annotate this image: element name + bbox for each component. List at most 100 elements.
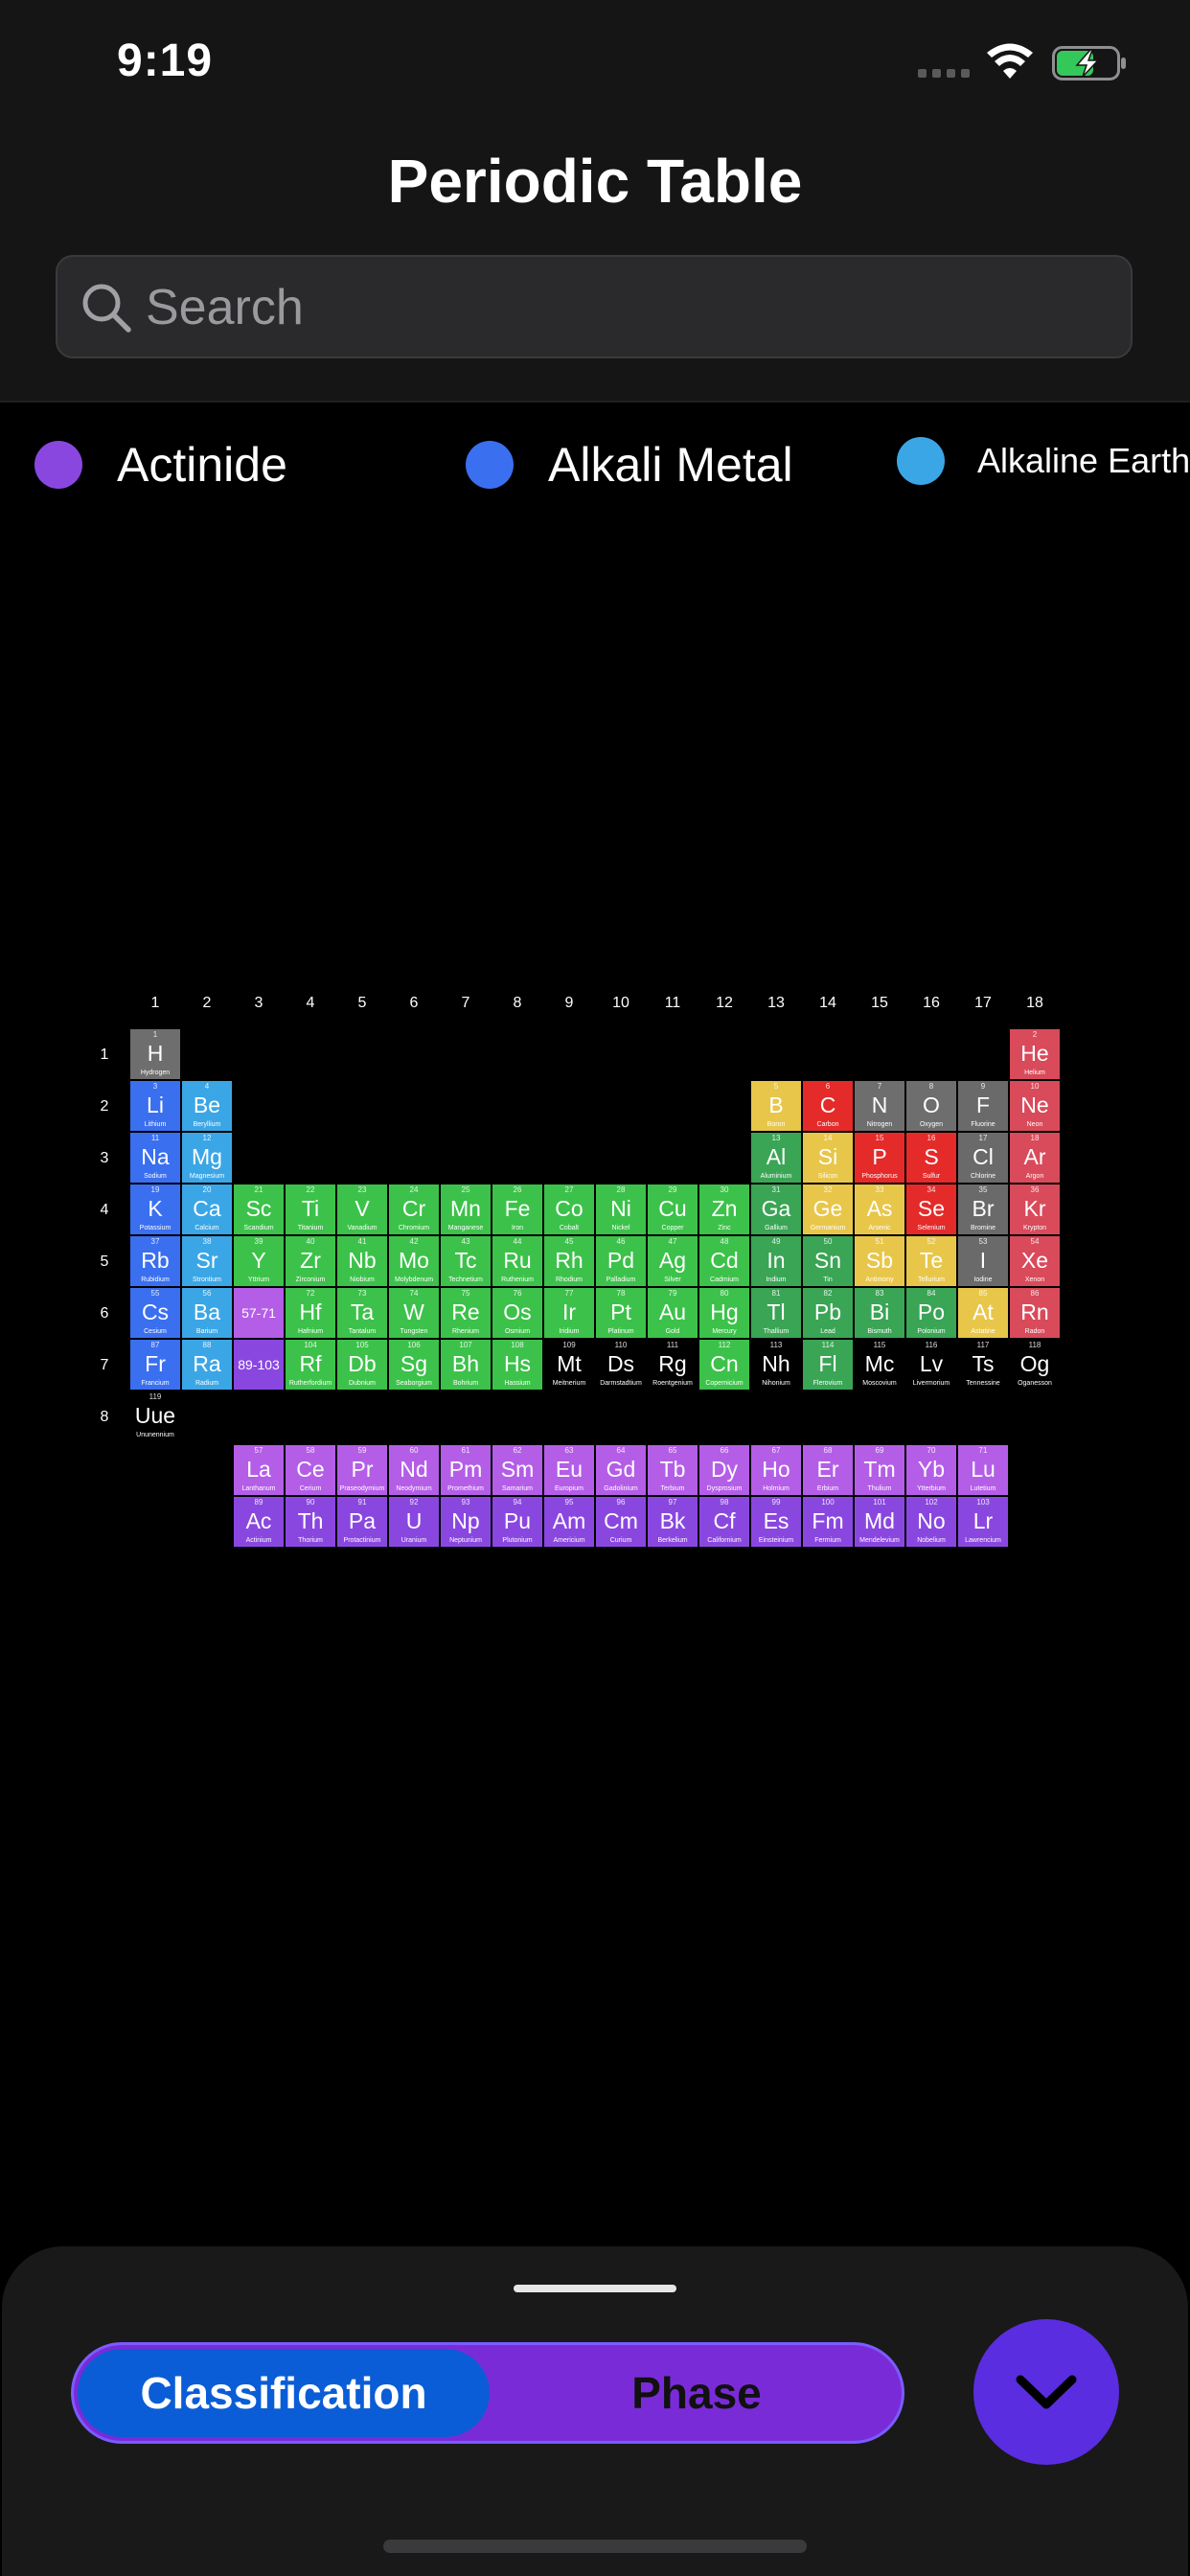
element-cell-mg[interactable]: 12 Mg Magnesium xyxy=(182,1133,232,1183)
element-cell-cd[interactable]: 48 Cd Cadmium xyxy=(699,1236,749,1286)
element-cell-mc[interactable]: 115 Mc Moscovium xyxy=(855,1340,904,1390)
element-cell-eu[interactable]: 63 Eu Europium xyxy=(544,1445,594,1495)
element-cell-ru[interactable]: 44 Ru Ruthenium xyxy=(492,1236,542,1286)
element-cell-pt[interactable]: 78 Pt Platinum xyxy=(596,1288,646,1338)
legend-item-alkali-metal[interactable]: Alkali Metal xyxy=(466,437,793,493)
element-cell-pr[interactable]: 59 Pr Praseodymium xyxy=(337,1445,387,1495)
element-cell-c[interactable]: 6 C Carbon xyxy=(803,1081,853,1131)
element-cell-au[interactable]: 79 Au Gold xyxy=(648,1288,698,1338)
element-cell-k[interactable]: 19 K Potassium xyxy=(130,1184,180,1234)
element-cell-md[interactable]: 101 Md Mendelevium xyxy=(855,1497,904,1547)
element-cell-sn[interactable]: 50 Sn Tin xyxy=(803,1236,853,1286)
element-cell-lr[interactable]: 103 Lr Lawrencium xyxy=(958,1497,1008,1547)
element-cell-rh[interactable]: 45 Rh Rhodium xyxy=(544,1236,594,1286)
element-cell-er[interactable]: 68 Er Erbium xyxy=(803,1445,853,1495)
element-cell-zn[interactable]: 30 Zn Zinc xyxy=(699,1184,749,1234)
element-cell-se[interactable]: 34 Se Selenium xyxy=(906,1184,956,1234)
element-cell-la[interactable]: 57 La Lanthanum xyxy=(234,1445,284,1495)
element-cell-ts[interactable]: 117 Ts Tennessine xyxy=(958,1340,1008,1390)
element-cell-f[interactable]: 9 F Fluorine xyxy=(958,1081,1008,1131)
element-cell-tc[interactable]: 43 Tc Technetium xyxy=(441,1236,491,1286)
element-cell-ta[interactable]: 73 Ta Tantalum xyxy=(337,1288,387,1338)
element-cell-ir[interactable]: 77 Ir Iridium xyxy=(544,1288,594,1338)
element-cell-he[interactable]: 2 He Helium xyxy=(1010,1029,1060,1079)
search-bar[interactable] xyxy=(56,255,1133,358)
element-cell-i[interactable]: 53 I Iodine xyxy=(958,1236,1008,1286)
element-cell-pa[interactable]: 91 Pa Protactinium xyxy=(337,1497,387,1547)
element-cell-ni[interactable]: 28 Ni Nickel xyxy=(596,1184,646,1234)
element-cell-o[interactable]: 8 O Oxygen xyxy=(906,1081,956,1131)
element-cell-tb[interactable]: 65 Tb Terbium xyxy=(648,1445,698,1495)
element-cell-hf[interactable]: 72 Hf Hafnium xyxy=(286,1288,335,1338)
element-cell-si[interactable]: 14 Si Silicon xyxy=(803,1133,853,1183)
element-cell-bi[interactable]: 83 Bi Bismuth xyxy=(855,1288,904,1338)
element-cell-mn[interactable]: 25 Mn Manganese xyxy=(441,1184,491,1234)
element-cell-v[interactable]: 23 V Vanadium xyxy=(337,1184,387,1234)
element-cell-at[interactable]: 85 At Astatine xyxy=(958,1288,1008,1338)
element-cell-cf[interactable]: 98 Cf Californium xyxy=(699,1497,749,1547)
element-cell-nh[interactable]: 113 Nh Nihonium xyxy=(751,1340,801,1390)
element-cell-fl[interactable]: 114 Fl Flerovium xyxy=(803,1340,853,1390)
element-cell-po[interactable]: 84 Po Polonium xyxy=(906,1288,956,1338)
legend-item-actinide[interactable]: Actinide xyxy=(34,437,287,493)
element-cell-ge[interactable]: 32 Ge Germanium xyxy=(803,1184,853,1234)
element-cell-pu[interactable]: 94 Pu Plutonium xyxy=(492,1497,542,1547)
element-cell-no[interactable]: 102 No Nobelium xyxy=(906,1497,956,1547)
element-cell-dy[interactable]: 66 Dy Dysprosium xyxy=(699,1445,749,1495)
element-cell-ti[interactable]: 22 Ti Titanium xyxy=(286,1184,335,1234)
element-cell-ce[interactable]: 58 Ce Cerium xyxy=(286,1445,335,1495)
element-cell-am[interactable]: 95 Am Americium xyxy=(544,1497,594,1547)
element-cell-yb[interactable]: 70 Yb Ytterbium xyxy=(906,1445,956,1495)
element-cell-fe[interactable]: 26 Fe Iron xyxy=(492,1184,542,1234)
element-cell-sr[interactable]: 38 Sr Strontium xyxy=(182,1236,232,1286)
segment-phase[interactable]: Phase xyxy=(495,2349,898,2437)
element-cell-ag[interactable]: 47 Ag Silver xyxy=(648,1236,698,1286)
element-cell-li[interactable]: 3 Li Lithium xyxy=(130,1081,180,1131)
element-cell-ar[interactable]: 18 Ar Argon xyxy=(1010,1133,1060,1183)
element-cell-w[interactable]: 74 W Tungsten xyxy=(389,1288,439,1338)
element-cell-sb[interactable]: 51 Sb Antimony xyxy=(855,1236,904,1286)
element-cell-gd[interactable]: 64 Gd Gadolinium xyxy=(596,1445,646,1495)
element-cell-mt[interactable]: 109 Mt Meitnerium xyxy=(544,1340,594,1390)
element-cell-rn[interactable]: 86 Rn Radon xyxy=(1010,1288,1060,1338)
element-cell-rf[interactable]: 104 Rf Rutherfordium xyxy=(286,1340,335,1390)
element-cell-s[interactable]: 16 S Sulfur xyxy=(906,1133,956,1183)
element-cell-bh[interactable]: 107 Bh Bohrium xyxy=(441,1340,491,1390)
element-cell-p[interactable]: 15 P Phosphorus xyxy=(855,1133,904,1183)
element-cell-cl[interactable]: 17 Cl Chlorine xyxy=(958,1133,1008,1183)
segment-classification[interactable]: Classification xyxy=(78,2349,490,2437)
element-cell-al[interactable]: 13 Al Aluminium xyxy=(751,1133,801,1183)
element-cell-es[interactable]: 99 Es Einsteinium xyxy=(751,1497,801,1547)
element-cell-sg[interactable]: 106 Sg Seaborgium xyxy=(389,1340,439,1390)
element-cell-sc[interactable]: 21 Sc Scandium xyxy=(234,1184,284,1234)
element-cell-mo[interactable]: 42 Mo Molybdenum xyxy=(389,1236,439,1286)
element-cell-re[interactable]: 75 Re Rhenium xyxy=(441,1288,491,1338)
element-cell-rb[interactable]: 37 Rb Rubidium xyxy=(130,1236,180,1286)
element-cell-ga[interactable]: 31 Ga Gallium xyxy=(751,1184,801,1234)
element-cell-th[interactable]: 90 Th Thorium xyxy=(286,1497,335,1547)
element-cell-y[interactable]: 39 Y Yttrium xyxy=(234,1236,284,1286)
element-cell-n[interactable]: 7 N Nitrogen xyxy=(855,1081,904,1131)
element-cell-np[interactable]: 93 Np Neptunium xyxy=(441,1497,491,1547)
element-cell-uue[interactable]: 119 Uue Ununennium xyxy=(130,1392,180,1441)
element-cell-ac[interactable]: 89 Ac Actinium xyxy=(234,1497,284,1547)
expand-button[interactable] xyxy=(973,2319,1119,2465)
element-cell-fr[interactable]: 87 Fr Francium xyxy=(130,1340,180,1390)
element-cell-tl[interactable]: 81 Tl Thallium xyxy=(751,1288,801,1338)
element-cell-hg[interactable]: 80 Hg Mercury xyxy=(699,1288,749,1338)
element-cell-pm[interactable]: 61 Pm Promethium xyxy=(441,1445,491,1495)
element-cell-cn[interactable]: 112 Cn Copernicium xyxy=(699,1340,749,1390)
search-input[interactable] xyxy=(146,270,1113,345)
classification-legend[interactable]: Actinide Alkali Metal Alkaline Earth xyxy=(0,422,1190,498)
element-cell-xe[interactable]: 54 Xe Xenon xyxy=(1010,1236,1060,1286)
element-cell-tm[interactable]: 69 Tm Thulium xyxy=(855,1445,904,1495)
element-cell-ho[interactable]: 67 Ho Holmium xyxy=(751,1445,801,1495)
element-cell-kr[interactable]: 36 Kr Krypton xyxy=(1010,1184,1060,1234)
element-cell-rg[interactable]: 111 Rg Roentgenium xyxy=(648,1340,698,1390)
element-cell-ne[interactable]: 10 Ne Neon xyxy=(1010,1081,1060,1131)
element-cell-db[interactable]: 105 Db Dubnium xyxy=(337,1340,387,1390)
element-cell-lu[interactable]: 71 Lu Lutetium xyxy=(958,1445,1008,1495)
element-cell-sm[interactable]: 62 Sm Samarium xyxy=(492,1445,542,1495)
element-cell-na[interactable]: 11 Na Sodium xyxy=(130,1133,180,1183)
element-cell-ba[interactable]: 56 Ba Barium xyxy=(182,1288,232,1338)
